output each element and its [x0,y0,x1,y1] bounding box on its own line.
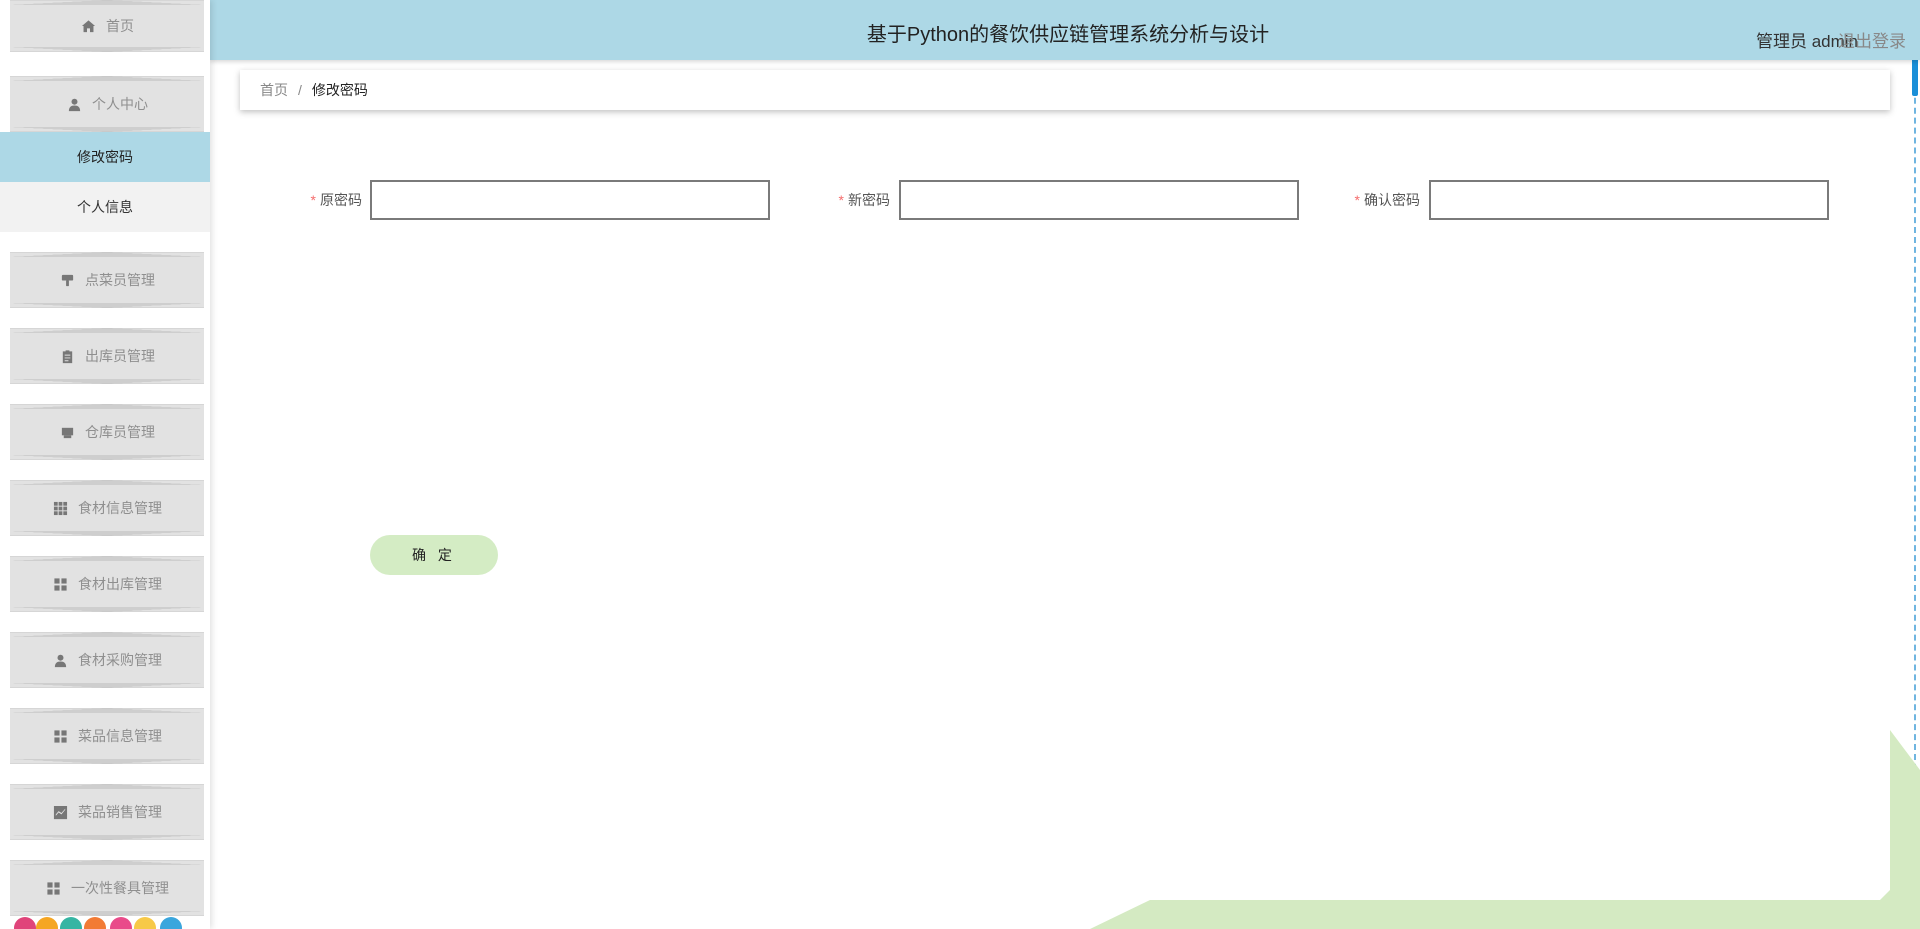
old-password-label-text: 原密码 [320,192,362,208]
sidebar-item-ingredient-purchase-management[interactable]: 食材采购管理 [10,632,204,688]
sidebar-item-label: 食材采购管理 [78,652,162,668]
apps-icon [52,576,68,592]
chart-icon [52,804,68,820]
sidebar-item-label: 出库员管理 [85,348,155,364]
sidebar-item-dish-sales-management[interactable]: 菜品销售管理 [10,784,204,840]
home-icon [80,18,96,34]
required-mark: * [310,192,316,208]
breadcrumb-separator: / [298,82,302,98]
new-password-label: * 新密码 [828,190,890,210]
required-mark: * [1354,192,1360,208]
apps-icon [45,880,61,896]
sidebar-item-label: 一次性餐具管理 [71,880,169,896]
inbox-icon [59,424,75,440]
new-password-label-text: 新密码 [848,192,890,208]
old-password-input[interactable] [370,180,770,220]
grid-icon [52,500,68,516]
logout-link[interactable]: 退出登录 [1838,27,1906,52]
sidebar-decoration [10,915,200,929]
sidebar-item-ingredient-outbound-management[interactable]: 食材出库管理 [10,556,204,612]
sidebar-item-disposable-tableware-management[interactable]: 一次性餐具管理 [10,860,204,916]
old-password-label: * 原密码 [300,190,362,210]
confirm-password-label-text: 确认密码 [1364,192,1420,208]
sidebar-item-label: 食材信息管理 [78,500,162,516]
confirm-button[interactable]: 确 定 [370,535,498,575]
apps-icon [52,728,68,744]
user-icon [52,652,68,668]
sidebar-item-label: 首页 [106,18,134,34]
sidebar-subitem-label: 修改密码 [77,149,133,165]
sidebar-item-label: 点菜员管理 [85,272,155,288]
sidebar-item-label: 食材出库管理 [78,576,162,592]
sidebar-subitem-change-password[interactable]: 修改密码 [0,132,210,182]
sidebar-item-orderer-management[interactable]: 点菜员管理 [10,252,204,308]
breadcrumb: 首页 / 修改密码 [240,70,1890,110]
sidebar-item-warehouse-staff-management[interactable]: 仓库员管理 [10,404,204,460]
sidebar-item-ingredient-info-management[interactable]: 食材信息管理 [10,480,204,536]
required-mark: * [838,192,844,208]
sidebar-item-outbound-staff-management[interactable]: 出库员管理 [10,328,204,384]
clipboard-icon [59,348,75,364]
confirm-password-input[interactable] [1429,180,1829,220]
top-header: 基于Python的餐饮供应链管理系统分析与设计 管理员 admin 退出登录 [210,0,1920,60]
bottom-right-decoration [1090,730,1920,929]
breadcrumb-current: 修改密码 [311,82,368,98]
sidebar-subitem-label: 个人信息 [77,199,133,215]
sidebar-item-label: 个人中心 [92,96,148,112]
brush-icon [59,272,75,288]
new-password-input[interactable] [899,180,1299,220]
scrollbar-thumb[interactable] [1912,54,1918,96]
sidebar: 首页 个人中心 修改密码 个人信息 点菜员管理 出库员管理 仓库员管理 食材信息… [0,0,210,929]
sidebar-item-personal-center[interactable]: 个人中心 [10,76,204,132]
sidebar-item-dish-info-management[interactable]: 菜品信息管理 [10,708,204,764]
sidebar-item-label: 仓库员管理 [85,424,155,440]
confirm-password-label: * 确认密码 [1340,190,1420,210]
sidebar-item-home[interactable]: 首页 [10,0,204,52]
system-title: 基于Python的餐饮供应链管理系统分析与设计 [866,24,1270,46]
sidebar-item-label: 菜品销售管理 [78,804,162,820]
user-icon [66,96,82,112]
breadcrumb-home-link[interactable]: 首页 [260,80,288,100]
sidebar-item-label: 菜品信息管理 [78,728,162,744]
sidebar-subitem-personal-info[interactable]: 个人信息 [0,182,210,232]
